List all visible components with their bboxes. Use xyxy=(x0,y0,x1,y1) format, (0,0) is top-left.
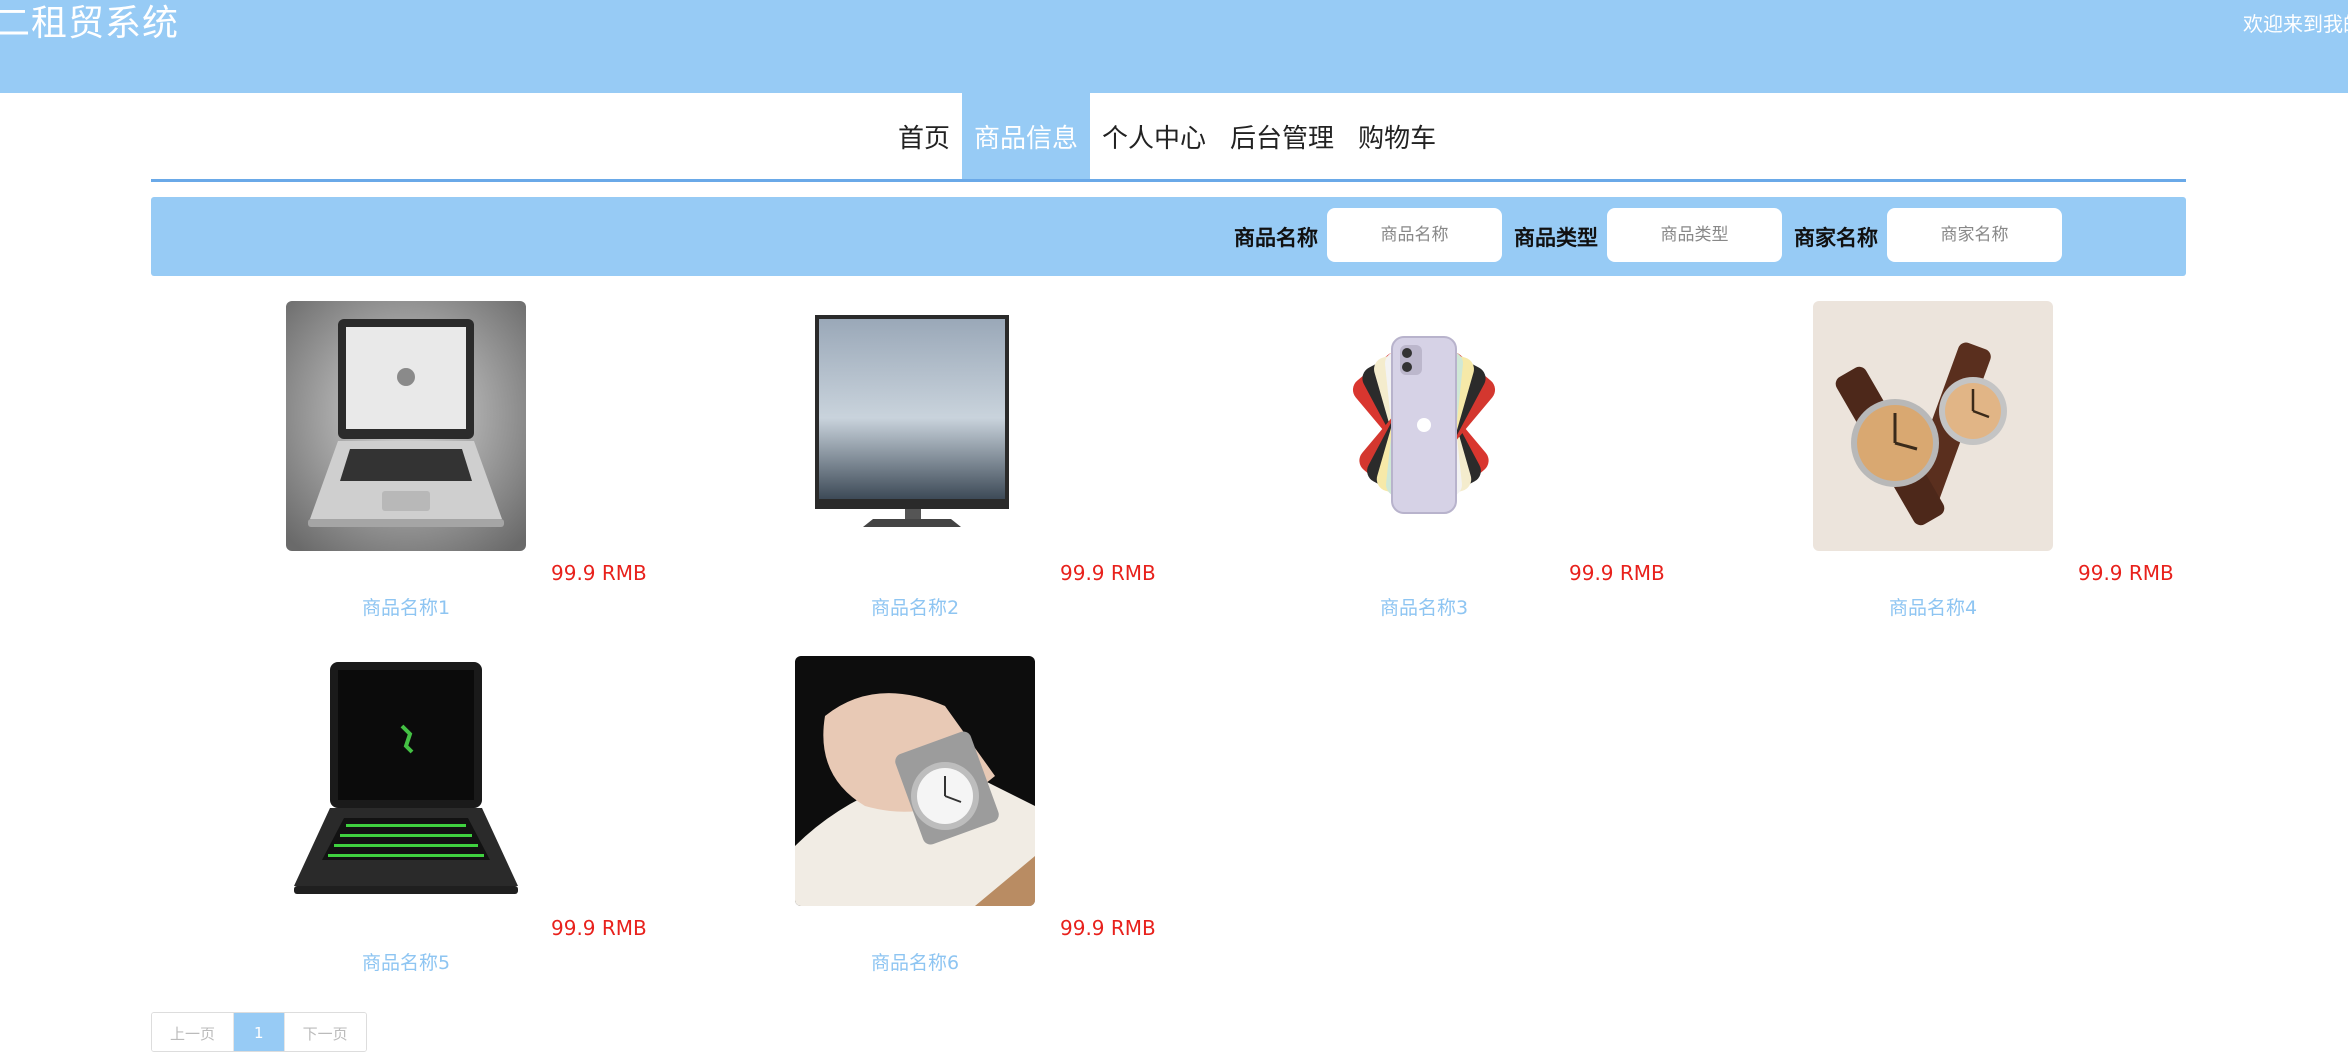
product-name-input[interactable] xyxy=(1327,208,1502,262)
product-card: 99.9 RMB 商品名称2 xyxy=(795,301,1156,621)
nav-admin[interactable]: 后台管理 xyxy=(1218,93,1346,179)
pagination: 上一页 1 下一页 xyxy=(151,1012,367,1052)
product-image[interactable] xyxy=(1813,301,2053,551)
next-page-button[interactable]: 下一页 xyxy=(284,1013,366,1051)
product-card: 99.9 RMB 商品名称1 xyxy=(286,301,647,621)
product-name-link[interactable]: 商品名称1 xyxy=(286,593,526,620)
product-price: 99.9 RMB xyxy=(1569,561,1665,585)
product-image[interactable] xyxy=(795,301,1035,551)
search-button-label: 搜索 xyxy=(2267,227,2303,249)
product-price: 99.9 RMB xyxy=(2078,561,2174,585)
product-card: 99.9 RMB 商品名称5 xyxy=(286,656,647,976)
product-card: 99.9 RMB 商品名称3 xyxy=(1304,301,1665,621)
product-name-link[interactable]: 商品名称3 xyxy=(1304,593,1544,620)
nav-personal-center[interactable]: 个人中心 xyxy=(1090,93,1218,179)
product-name-link[interactable]: 商品名称6 xyxy=(795,948,1035,975)
search-icon xyxy=(2242,227,2260,246)
product-name-link[interactable]: 商品名称4 xyxy=(1813,593,2053,620)
product-price: 99.9 RMB xyxy=(1060,916,1156,940)
product-type-input[interactable] xyxy=(1607,208,1782,262)
product-name-link[interactable]: 商品名称5 xyxy=(286,948,526,975)
nav-cart[interactable]: 购物车 xyxy=(1346,93,1448,179)
site-title: 二租贸系统 xyxy=(0,3,180,44)
welcome-text: 欢迎来到我的 xyxy=(2243,12,2348,36)
nav-home[interactable]: 首页 xyxy=(886,93,962,179)
main-nav: 首页 商品信息 个人中心 后台管理 购物车 xyxy=(886,93,1448,179)
product-card: 99.9 RMB 商品名称4 xyxy=(1813,301,2174,621)
nav-divider xyxy=(151,179,2186,182)
product-price: 99.9 RMB xyxy=(551,561,647,585)
merchant-name-input[interactable] xyxy=(1887,208,2062,262)
product-price: 99.9 RMB xyxy=(551,916,647,940)
product-image[interactable] xyxy=(286,301,526,551)
product-price: 99.9 RMB xyxy=(1060,561,1156,585)
search-button[interactable]: 搜索 xyxy=(2241,197,2303,276)
product-image[interactable] xyxy=(1304,301,1544,551)
prev-page-button[interactable]: 上一页 xyxy=(152,1013,235,1051)
product-image[interactable] xyxy=(286,656,526,906)
merchant-name-label: 商家名称 xyxy=(1794,225,1878,250)
page-number-button[interactable]: 1 xyxy=(234,1013,285,1051)
search-bar: 商品名称 商品类型 商家名称 搜索 xyxy=(151,197,2303,276)
product-card: 99.9 RMB 商品名称6 xyxy=(795,656,1156,976)
header-bar: 二租贸系统 欢迎来到我的 xyxy=(0,0,2348,93)
product-image[interactable] xyxy=(795,656,1035,906)
product-name-link[interactable]: 商品名称2 xyxy=(795,593,1035,620)
product-type-label: 商品类型 xyxy=(1514,225,1598,250)
product-name-label: 商品名称 xyxy=(1234,225,1318,250)
nav-products[interactable]: 商品信息 xyxy=(962,93,1091,179)
